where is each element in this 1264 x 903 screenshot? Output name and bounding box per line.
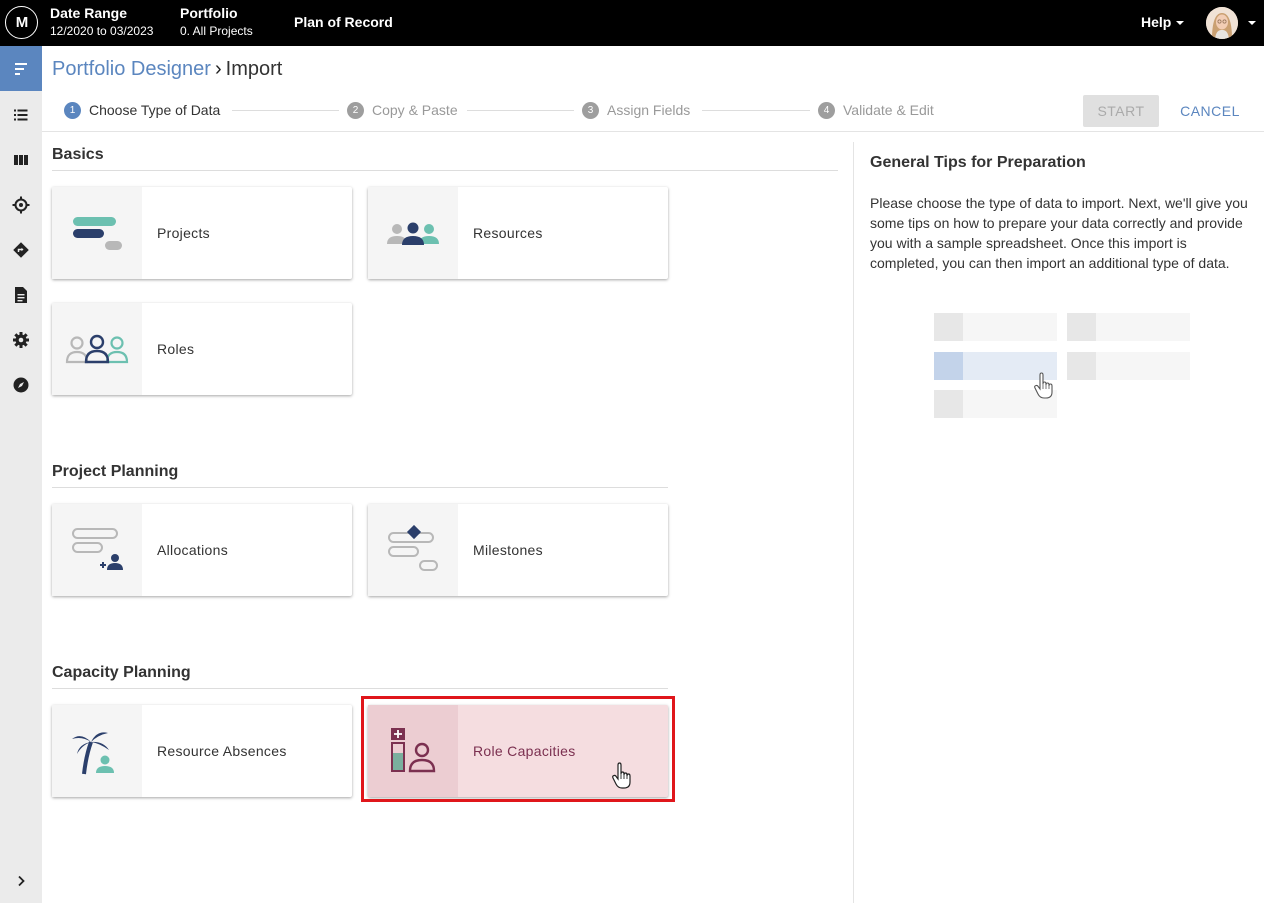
page-title: Import: [225, 58, 283, 80]
step-connector: [702, 110, 810, 111]
date-range-label: Date Range: [50, 5, 128, 21]
card-label: Milestones: [473, 542, 543, 558]
gear-icon[interactable]: [0, 317, 42, 362]
top-bar: M Date Range 12/2020 to 03/2023 Portfoli…: [0, 0, 1264, 46]
date-range-value: 12/2020 to 03/2023: [50, 24, 154, 38]
card-resources[interactable]: Resources: [368, 187, 668, 279]
cancel-button[interactable]: CANCEL: [1175, 95, 1245, 127]
section-divider: [52, 688, 668, 689]
section-divider: [52, 487, 668, 488]
step-connector: [232, 110, 339, 111]
step-number: 4: [818, 101, 835, 119]
card-allocations[interactable]: Allocations: [52, 504, 352, 596]
choose-data-illustration: [934, 313, 1190, 418]
left-rail: [0, 46, 42, 903]
portfolio-value: 0. All Projects: [180, 24, 253, 38]
tips-body: Please choose the type of data to import…: [870, 195, 1248, 271]
step-label: Validate & Edit: [843, 102, 934, 118]
card-label: Roles: [157, 341, 195, 357]
app-logo[interactable]: M: [5, 6, 38, 39]
menu-icon[interactable]: [0, 46, 42, 91]
allocations-icon: [52, 504, 142, 596]
section-title-project-planning: Project Planning: [52, 463, 179, 480]
step-number: 2: [347, 101, 364, 119]
compass-icon[interactable]: [0, 362, 42, 407]
document-icon[interactable]: [0, 272, 42, 317]
card-milestones[interactable]: Milestones: [368, 504, 668, 596]
selection-highlight: [361, 696, 675, 802]
step-assign-fields: 3 Assign Fields: [582, 96, 690, 124]
step-copy-paste: 2 Copy & Paste: [347, 96, 458, 124]
list-icon[interactable]: [0, 92, 42, 137]
avatar[interactable]: [1206, 7, 1238, 39]
roles-icon: [52, 303, 142, 395]
help-label: Help: [1141, 14, 1172, 30]
step-label: Copy & Paste: [372, 102, 458, 118]
help-menu[interactable]: Help: [1141, 14, 1185, 30]
card-label: Allocations: [157, 542, 229, 558]
target-icon[interactable]: [0, 182, 42, 227]
user-avatar-icon: [1206, 7, 1238, 39]
breadcrumb-separator: ›: [214, 58, 222, 80]
import-stepper: 1 Choose Type of Data 2 Copy & Paste 3 A…: [52, 96, 952, 124]
breadcrumb-portfolio-designer[interactable]: Portfolio Designer: [52, 58, 211, 80]
card-resource-absences[interactable]: Resource Absences: [52, 705, 352, 797]
tips-title: General Tips for Preparation: [870, 154, 1086, 171]
plan-of-record[interactable]: Plan of Record: [294, 14, 393, 30]
section-title-basics: Basics: [52, 146, 104, 163]
start-button[interactable]: START: [1083, 95, 1159, 127]
milestones-icon: [368, 504, 458, 596]
step-number: 1: [64, 101, 81, 119]
step-connector: [467, 110, 574, 111]
card-label: Projects: [157, 225, 210, 241]
projects-icon: [52, 187, 142, 279]
palm-tree-icon: [52, 705, 142, 797]
step-number: 3: [582, 101, 599, 119]
section-title-capacity-planning: Capacity Planning: [52, 664, 191, 681]
breadcrumb: Portfolio Designer › Import: [52, 57, 282, 81]
portfolio-label: Portfolio: [180, 5, 238, 21]
chevron-down-icon[interactable]: [1248, 21, 1256, 25]
directions-icon[interactable]: [0, 227, 42, 272]
card-projects[interactable]: Projects: [52, 187, 352, 279]
resources-icon: [368, 187, 458, 279]
chevron-right-icon[interactable]: [0, 858, 42, 903]
columns-icon[interactable]: [0, 137, 42, 182]
chevron-down-icon: [1176, 21, 1185, 26]
section-divider: [52, 170, 838, 171]
step-label: Assign Fields: [607, 102, 691, 118]
date-range-selector[interactable]: Date Range 12/2020 to 03/2023: [50, 5, 153, 39]
panel-divider: [853, 142, 854, 903]
step-label: Choose Type of Data: [89, 102, 221, 118]
header-divider: [42, 131, 1264, 132]
card-label: Resources: [473, 225, 543, 241]
card-roles[interactable]: Roles: [52, 303, 352, 395]
portfolio-selector[interactable]: Portfolio 0. All Projects: [180, 5, 253, 39]
card-label: Resource Absences: [157, 743, 287, 759]
step-choose-type: 1 Choose Type of Data: [64, 96, 220, 124]
step-validate-edit: 4 Validate & Edit: [818, 96, 934, 124]
